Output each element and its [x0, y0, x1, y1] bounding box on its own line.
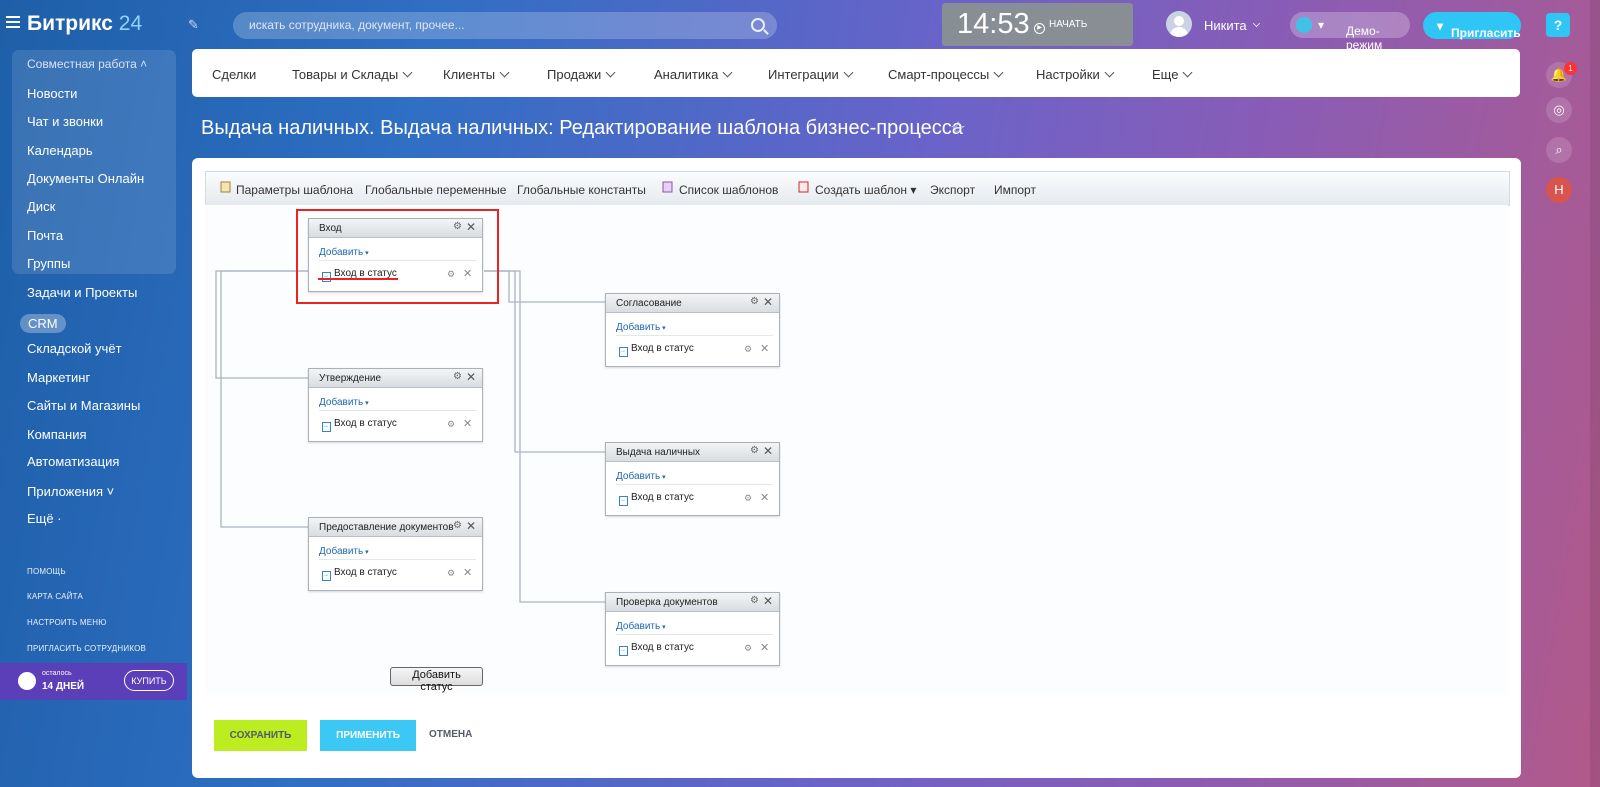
action-item[interactable]: → Вход в статус: [619, 343, 694, 357]
gear-icon[interactable]: ⚙: [453, 520, 462, 531]
action-label: Вход в статус: [631, 492, 694, 503]
divider: [319, 559, 476, 560]
block-title: Проверка документов: [616, 597, 718, 608]
add-link[interactable]: Добавить: [319, 546, 369, 557]
divider: [616, 484, 773, 485]
close-icon[interactable]: ✕: [466, 519, 476, 533]
gear-icon[interactable]: ⚙: [750, 296, 759, 307]
close-icon[interactable]: ✕: [763, 295, 773, 309]
block-title: Утверждение: [319, 373, 382, 384]
block-title: Согласование: [616, 298, 682, 309]
add-link[interactable]: Добавить: [616, 621, 666, 632]
gear-icon[interactable]: ⚙: [447, 568, 455, 579]
enter-icon: →: [322, 422, 331, 432]
close-icon[interactable]: ✕: [760, 342, 769, 355]
add-link[interactable]: Добавить: [616, 322, 666, 333]
action-item[interactable]: → Вход в статус: [619, 492, 694, 506]
divider: [319, 410, 476, 411]
enter-icon: →: [619, 347, 628, 357]
divider: [616, 634, 773, 635]
gear-icon[interactable]: ⚙: [453, 371, 462, 382]
divider: [616, 335, 773, 336]
connector-lines: [215, 270, 605, 603]
action-label: Вход в статус: [631, 343, 694, 354]
cancel-button[interactable]: ОТМЕНА: [429, 729, 472, 740]
block-header[interactable]: Предоставление документов ⚙ ✕: [309, 518, 482, 537]
action-item[interactable]: → Вход в статус: [619, 642, 694, 656]
annotation-highlight-box: [296, 209, 499, 304]
enter-icon: →: [619, 496, 628, 506]
enter-icon: →: [322, 571, 331, 581]
block-header[interactable]: Проверка документов ⚙ ✕: [606, 593, 779, 612]
save-button[interactable]: СОХРАНИТЬ: [214, 720, 307, 751]
gear-icon[interactable]: ⚙: [750, 595, 759, 606]
status-block-cash[interactable]: Выдача наличных ⚙ ✕ Добавить →Вход в стату…: [605, 442, 780, 516]
gear-icon[interactable]: ⚙: [744, 643, 752, 654]
gear-icon[interactable]: ⚙: [750, 445, 759, 456]
action-label: Вход в статус: [631, 642, 694, 653]
action-label: Вход в статус: [334, 418, 397, 429]
annotation-underline: [318, 278, 398, 280]
action-item[interactable]: → Вход в статус: [322, 418, 397, 432]
status-block-doc-check[interactable]: Проверка документов ⚙ ✕ Добавить →Вход в с…: [605, 592, 780, 666]
add-link[interactable]: Добавить: [319, 397, 369, 408]
block-title: Предоставление документов: [319, 522, 454, 533]
close-icon[interactable]: ✕: [463, 566, 472, 579]
block-title: Выдача наличных: [616, 447, 701, 458]
status-block-agreement[interactable]: Согласование ⚙ ✕ Добавить →Вход в статус ⚙…: [605, 293, 780, 367]
close-icon[interactable]: ✕: [760, 491, 769, 504]
action-item[interactable]: → Вход в статус: [322, 567, 397, 581]
action-label: Вход в статус: [334, 567, 397, 578]
add-status-button[interactable]: Добавить статус: [390, 667, 483, 693]
close-icon[interactable]: ✕: [763, 444, 773, 458]
enter-icon: →: [619, 646, 628, 656]
status-block-documents[interactable]: Предоставление документов⚙✕ Добавить →Вх…: [308, 517, 483, 591]
close-icon[interactable]: ✕: [466, 370, 476, 384]
add-link[interactable]: Добавить: [616, 471, 666, 482]
block-header[interactable]: Утверждение ⚙ ✕: [309, 369, 482, 388]
gear-icon[interactable]: ⚙: [744, 493, 752, 504]
block-header[interactable]: Выдача наличных ⚙ ✕: [606, 443, 779, 462]
close-icon[interactable]: ✕: [760, 641, 769, 654]
status-block-approval[interactable]: Утверждение ⚙ ✕ Добавить →Вход в статус ⚙ ✕: [308, 368, 483, 442]
block-header[interactable]: Согласование ⚙ ✕: [606, 294, 779, 313]
apply-button[interactable]: ПРИМЕНИТЬ: [320, 720, 416, 751]
close-icon[interactable]: ✕: [763, 594, 773, 608]
gear-icon[interactable]: ⚙: [447, 419, 455, 430]
gear-icon[interactable]: ⚙: [744, 344, 752, 355]
close-icon[interactable]: ✕: [463, 417, 472, 430]
